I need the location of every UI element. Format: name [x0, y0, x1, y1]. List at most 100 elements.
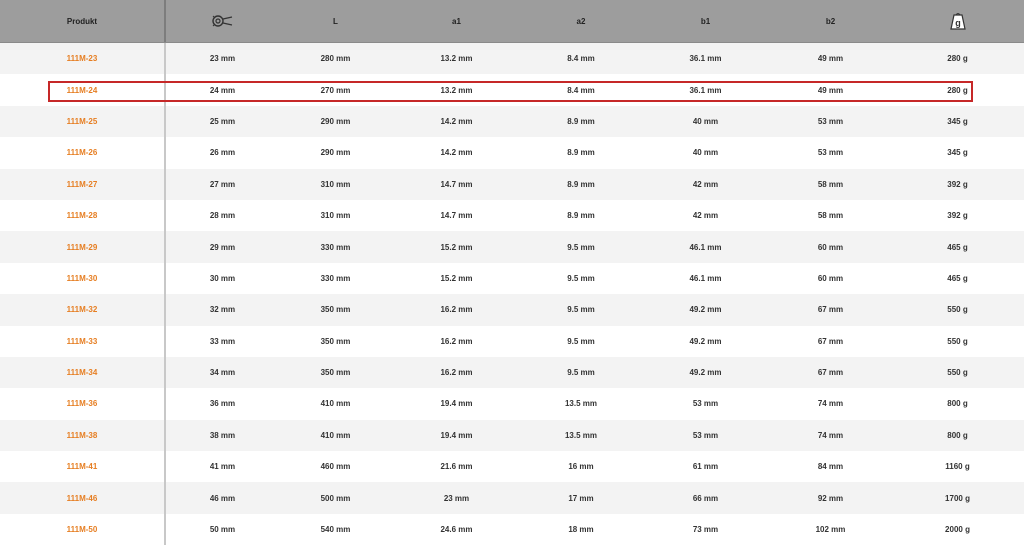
table-row[interactable]: 111M-28 28 mm 310 mm 14.7 mm 8.9 mm 42 mm 58 m… [0, 199, 1024, 232]
cell-L: 460 mm [320, 462, 351, 472]
cell-product[interactable]: 111M-30 [0, 262, 166, 295]
cell-weight: 280 g [947, 85, 968, 95]
cell-b2: 60 mm [817, 273, 844, 283]
cell-product[interactable]: 111M-34 [0, 356, 166, 389]
cell-L: 310 mm [320, 211, 351, 221]
table-row[interactable]: 111M-36 36 mm 410 mm 19.4 mm 13.5 mm 53 mm 74 … [0, 388, 1024, 420]
cell-b1: 53 mm [692, 399, 719, 409]
cell-size: 24 mm [209, 85, 236, 95]
cell-L: 330 mm [320, 273, 351, 283]
cell-size: 36 mm [209, 399, 236, 409]
cell-L: 410 mm [320, 399, 351, 409]
header-b2: b2 [825, 16, 836, 26]
cell-a1: 13.2 mm [440, 85, 473, 95]
cell-a2: 17 mm [568, 493, 594, 503]
cell-a2: 8.9 mm [567, 148, 595, 158]
cell-a1: 13.2 mm [440, 54, 473, 64]
cell-weight: 465 g [947, 273, 968, 283]
cell-L: 280 mm [320, 54, 351, 64]
table-row[interactable]: 111M-38 38 mm 410 mm 19.4 mm 13.5 mm 53 mm 74 … [0, 419, 1024, 452]
cell-weight: 550 g [947, 336, 968, 346]
cell-product[interactable]: 111M-46 [0, 482, 166, 514]
header-a2: a2 [576, 16, 586, 26]
cell-a2: 9.5 mm [567, 368, 595, 378]
cell-b2: 67 mm [817, 368, 844, 378]
cell-a2: 18 mm [568, 525, 594, 535]
cell-product[interactable]: 111M-26 [0, 137, 166, 169]
cell-product[interactable]: 111M-27 [0, 168, 166, 200]
cell-L: 350 mm [320, 368, 351, 378]
cell-b2: 84 mm [817, 462, 844, 472]
table-row[interactable]: 111M-41 41 mm 460 mm 21.6 mm 16 mm 61 mm 84 mm… [0, 451, 1024, 483]
cell-product[interactable]: 111M-28 [0, 199, 166, 232]
cell-a1: 21.6 mm [440, 462, 473, 472]
cell-b1: 73 mm [692, 525, 719, 535]
cell-a2: 16 mm [568, 462, 594, 472]
cell-b1: 46.1 mm [689, 242, 722, 252]
table-row[interactable]: 111M-27 27 mm 310 mm 14.7 mm 8.9 mm 42 mm 58 m… [0, 168, 1024, 200]
cell-product[interactable]: 111M-32 [0, 294, 166, 326]
cell-weight: 392 g [947, 211, 968, 221]
cell-product[interactable]: 111M-38 [0, 419, 166, 452]
table-row[interactable]: 111M-25 25 mm 290 mm 14.2 mm 8.9 mm 40 mm 53 m… [0, 105, 1024, 138]
cell-L: 310 mm [320, 179, 351, 189]
cell-a2: 13.5 mm [564, 430, 598, 440]
cell-b2: 49 mm [817, 85, 844, 95]
product-spec-table: Produkt L a1 a2 b1 b2 g 111M-23 23 mm 280 … [0, 0, 1024, 546]
cell-a2: 8.4 mm [567, 85, 595, 95]
cell-product[interactable]: 111M-41 [0, 451, 166, 483]
cell-size: 29 mm [209, 242, 236, 252]
cell-product[interactable]: 111M-50 [0, 513, 166, 546]
cell-product[interactable]: 111M-24 [0, 74, 166, 106]
table-row[interactable]: 111M-34 34 mm 350 mm 16.2 mm 9.5 mm 49.2 mm 67… [0, 356, 1024, 389]
cell-size: 38 mm [209, 430, 236, 440]
table-row[interactable]: 111M-29 29 mm 330 mm 15.2 mm 9.5 mm 46.1 mm 60… [0, 231, 1024, 263]
cell-weight: 280 g [947, 54, 968, 64]
cell-b2: 53 mm [817, 116, 844, 126]
table-row[interactable]: 111M-23 23 mm 280 mm 13.2 mm 8.4 mm 36.1 mm 49… [0, 43, 1024, 75]
table-row[interactable]: 111M-33 33 mm 350 mm 16.2 mm 9.5 mm 49.2 mm 67… [0, 325, 1024, 357]
cell-product[interactable]: 111M-23 [0, 43, 166, 75]
cell-product[interactable]: 111M-36 [0, 388, 166, 420]
header-a1: a1 [452, 16, 461, 26]
cell-b2: 58 mm [817, 211, 844, 221]
cell-b2: 53 mm [817, 148, 844, 158]
cell-a1: 23 mm [443, 493, 470, 503]
table-row[interactable]: 111M-32 32 mm 350 mm 16.2 mm 9.5 mm 49.2 mm 67… [0, 294, 1024, 326]
table-row[interactable]: 111M-46 46 mm 500 mm 23 mm 17 mm 66 mm 92 mm 17… [0, 482, 1024, 514]
weight-icon-text: g [955, 18, 961, 28]
table-row[interactable]: 111M-50 50 mm 540 mm 24.6 mm 18 mm 73 mm 102 m… [0, 513, 1024, 546]
cell-product[interactable]: 111M-25 [0, 105, 166, 138]
table-row[interactable]: 111M-30 30 mm 330 mm 15.2 mm 9.5 mm 46.1 mm 60… [0, 262, 1024, 295]
cell-L: 350 mm [320, 305, 351, 315]
cell-size: 23 mm [209, 54, 236, 64]
cell-a1: 16.2 mm [440, 305, 473, 315]
cell-L: 290 mm [320, 148, 351, 158]
cell-a2: 8.9 mm [567, 211, 595, 221]
table-row[interactable]: 111M-24 24 mm 270 mm 13.2 mm 8.4 mm 36.1 mm 49… [0, 74, 1024, 106]
cell-a2: 8.9 mm [567, 116, 595, 126]
cell-b1: 66 mm [692, 493, 719, 503]
cell-weight: 800 g [947, 430, 968, 440]
cell-product[interactable]: 111M-33 [0, 325, 166, 357]
cell-size: 25 mm [209, 116, 236, 126]
cell-b1: 49.2 mm [689, 336, 722, 346]
cell-size: 27 mm [209, 179, 236, 189]
cell-b1: 42 mm [692, 211, 719, 221]
cell-a1: 14.2 mm [440, 148, 473, 158]
cell-a2: 8.9 mm [567, 179, 595, 189]
cell-b1: 46.1 mm [689, 273, 722, 283]
cell-b2: 92 mm [817, 493, 844, 503]
cell-a1: 15.2 mm [440, 273, 473, 283]
cell-b1: 36.1 mm [689, 85, 722, 95]
cell-a1: 14.2 mm [440, 116, 473, 126]
cell-a2: 13.5 mm [564, 399, 598, 409]
cell-weight: 550 g [947, 305, 968, 315]
cell-b2: 102 mm [815, 525, 846, 535]
cell-a1: 24.6 mm [440, 525, 473, 535]
cell-size: 28 mm [209, 211, 236, 221]
cell-L: 410 mm [320, 430, 351, 440]
cell-product[interactable]: 111M-29 [0, 231, 166, 263]
table-row[interactable]: 111M-26 26 mm 290 mm 14.2 mm 8.9 mm 40 mm 53 m… [0, 137, 1024, 169]
cell-a1: 19.4 mm [440, 399, 473, 409]
